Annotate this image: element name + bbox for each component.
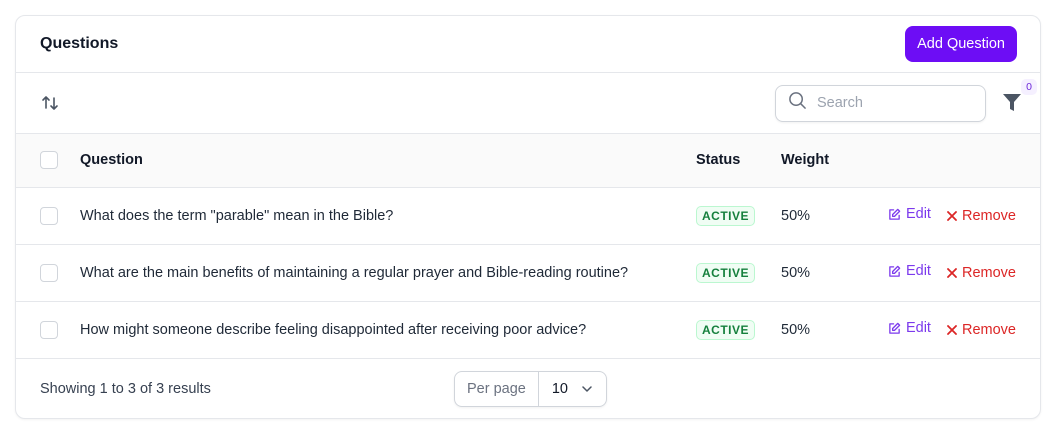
per-page-label: Per page — [455, 371, 539, 406]
per-page-select[interactable]: 10 — [539, 381, 606, 397]
search-box[interactable] — [775, 84, 986, 122]
column-header-question[interactable]: Question — [80, 134, 696, 187]
edit-label: Edit — [905, 320, 931, 337]
edit-button[interactable]: Edit — [888, 320, 931, 336]
edit-icon — [889, 208, 901, 220]
row-checkbox[interactable] — [40, 320, 58, 339]
sort-icon[interactable] — [40, 93, 60, 113]
table-footer: Showing 1 to 3 of 3 results Per page 10 — [16, 359, 1040, 419]
remove-label: Remove — [962, 264, 1016, 281]
table-row: How might someone describe feeling disap… — [16, 301, 1040, 358]
filter-icon — [1002, 94, 1022, 118]
per-page-control: Per page 10 — [454, 370, 607, 407]
filter-count-badge: 0 — [1021, 79, 1037, 95]
remove-button[interactable]: Remove — [947, 265, 1016, 281]
remove-button[interactable]: Remove — [947, 208, 1016, 224]
page-title: Questions — [40, 35, 119, 52]
table-header-row: Question Status Weight — [16, 134, 1040, 187]
edit-icon — [889, 322, 901, 334]
weight-value: 50% — [781, 321, 811, 338]
table-row: What are the main benefits of maintainin… — [16, 244, 1040, 301]
table-row: What does the term "parable" mean in the… — [16, 187, 1040, 244]
card-header: Questions Add Question — [16, 16, 1040, 73]
edit-icon — [889, 265, 901, 277]
weight-value: 50% — [781, 264, 811, 281]
questions-card: Questions Add Question Search 0 Question… — [15, 15, 1041, 419]
select-all-cell — [16, 134, 80, 187]
select-all-checkbox[interactable] — [40, 151, 58, 170]
results-summary: Showing 1 to 3 of 3 results — [40, 380, 211, 397]
column-header-actions — [861, 134, 1040, 187]
search-icon — [788, 91, 807, 115]
edit-label: Edit — [905, 206, 931, 223]
edit-button[interactable]: Edit — [888, 206, 931, 222]
chevron-down-icon — [582, 385, 592, 392]
close-icon — [947, 324, 957, 335]
filter-button[interactable]: 0 — [1002, 79, 1037, 114]
close-icon — [947, 210, 957, 221]
weight-value: 50% — [781, 207, 811, 224]
remove-label: Remove — [962, 321, 1016, 338]
questions-table: Question Status Weight What does the ter… — [16, 134, 1040, 359]
question-text: What does the term "parable" mean in the… — [80, 207, 394, 224]
add-question-button[interactable]: Add Question — [905, 26, 1017, 62]
remove-label: Remove — [962, 207, 1016, 224]
status-badge: ACTIVE — [696, 319, 756, 340]
close-icon — [947, 267, 957, 278]
status-badge: ACTIVE — [696, 262, 756, 283]
edit-label: Edit — [905, 263, 931, 280]
row-checkbox[interactable] — [40, 263, 58, 282]
per-page-value: 10 — [551, 380, 568, 397]
question-text: What are the main benefits of maintainin… — [80, 264, 629, 281]
column-header-status[interactable]: Status — [696, 134, 781, 187]
remove-button[interactable]: Remove — [947, 322, 1016, 338]
toolbar-right: 0 — [775, 79, 1037, 122]
question-text: How might someone describe feeling disap… — [80, 321, 587, 338]
search-input[interactable] — [815, 94, 969, 112]
column-header-weight[interactable]: Weight — [781, 134, 861, 187]
row-checkbox[interactable] — [40, 206, 58, 225]
toolbar: 0 — [16, 73, 1040, 134]
status-badge: ACTIVE — [696, 205, 756, 226]
edit-button[interactable]: Edit — [888, 263, 931, 279]
